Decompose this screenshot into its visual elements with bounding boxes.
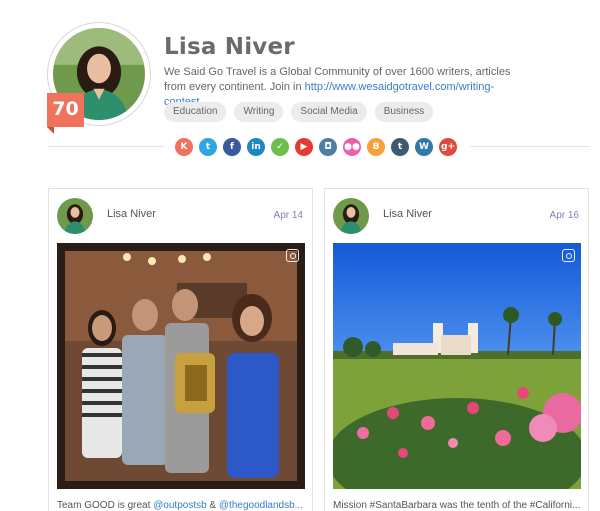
instagram-icon — [562, 249, 575, 262]
post-caption: Mission #SantaBarbara was the tenth of t… — [333, 500, 581, 511]
tag-education[interactable]: Education — [164, 102, 227, 122]
youtube-icon[interactable]: ▶ — [295, 138, 313, 156]
feedly-icon[interactable]: ✓ — [271, 138, 289, 156]
topic-tags: Education Writing Social Media Business — [164, 102, 434, 122]
tag-social-media[interactable]: Social Media — [291, 102, 367, 122]
post-caption: Team GOOD is great @outpostsb & @thegood… — [57, 500, 307, 511]
twitter-icon[interactable]: t — [199, 138, 217, 156]
googleplus-icon[interactable]: g+ — [439, 138, 457, 156]
card-avatar[interactable] — [333, 198, 369, 234]
caption-text: Team GOOD is great — [57, 500, 154, 511]
mission-photo-image — [333, 243, 581, 489]
card-author[interactable]: Lisa Niver — [107, 208, 156, 220]
facebook-icon[interactable]: f — [223, 138, 241, 156]
blogger-icon[interactable]: B — [367, 138, 385, 156]
card-avatar[interactable] — [57, 198, 93, 234]
tag-business[interactable]: Business — [374, 102, 434, 122]
flickr-icon[interactable]: ●● — [343, 138, 361, 156]
divider-right — [470, 146, 590, 147]
card-date: Apr 14 — [273, 210, 303, 221]
tag-writing[interactable]: Writing — [234, 102, 284, 122]
card-author[interactable]: Lisa Niver — [383, 208, 432, 220]
linkedin-icon[interactable]: in — [247, 138, 265, 156]
group-photo-image — [57, 243, 305, 489]
score-badge: 70 — [47, 93, 84, 134]
post-card[interactable]: Lisa Niver Apr 14 Team GOOD is great @ou… — [48, 188, 313, 511]
profile-name: Lisa Niver — [164, 34, 295, 60]
card-date: Apr 16 — [549, 210, 579, 221]
post-card[interactable]: Lisa Niver Apr 16 Mission #SantaBarbara … — [324, 188, 589, 511]
post-photo[interactable] — [333, 243, 581, 489]
instagram-icon[interactable]: ◘ — [319, 138, 337, 156]
profile-avatar[interactable]: 70 — [47, 22, 151, 134]
mention-link[interactable]: @outpostsb — [153, 500, 207, 511]
tumblr-icon[interactable]: t — [391, 138, 409, 156]
social-links: Kt f in ✓ ▶ ◘ ●● Bt Wg+ — [175, 138, 457, 156]
mention-link[interactable]: @thegoodlandsb... — [219, 500, 303, 511]
caption-joiner: & — [206, 500, 219, 511]
wordpress-icon[interactable]: W — [415, 138, 433, 156]
post-photo[interactable] — [57, 243, 305, 489]
divider-left — [47, 146, 165, 147]
instagram-icon — [286, 249, 299, 262]
klout-icon[interactable]: K — [175, 138, 193, 156]
